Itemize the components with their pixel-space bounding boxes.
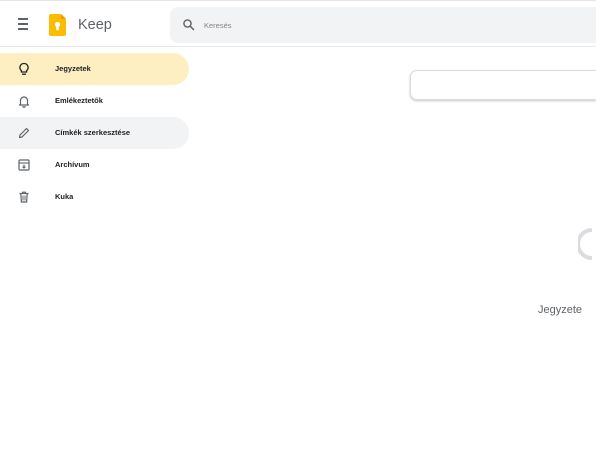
sidebar-item-label: Címkék szerkesztése <box>55 128 131 137</box>
sidebar-item-edit-labels[interactable]: Címkék szerkesztése <box>0 117 189 149</box>
sidebar-item-archive[interactable]: Archívum <box>0 149 189 181</box>
sidebar-item-trash[interactable]: Kuka <box>0 181 189 213</box>
sidebar-item-label: Emlékeztetők <box>55 96 103 105</box>
search-input[interactable] <box>204 16 564 34</box>
app-name: Keep <box>78 17 112 33</box>
trash-icon <box>19 191 29 203</box>
sidebar-item-notes[interactable]: Jegyzetek <box>0 53 189 85</box>
lightbulb-icon <box>19 62 29 75</box>
search-bar[interactable] <box>170 7 596 43</box>
sidebar-item-label: Kuka <box>55 192 74 201</box>
keep-logo-icon <box>49 14 66 36</box>
sidebar-item-label: Archívum <box>55 160 90 169</box>
search-icon[interactable] <box>182 18 196 32</box>
main-menu-icon[interactable] <box>14 16 32 32</box>
pencil-icon <box>18 127 30 139</box>
take-note-input[interactable] <box>410 70 596 100</box>
sidebar: Jegyzetek Emlékeztetők Címkék szerkeszté… <box>0 53 200 213</box>
empty-state-text: Jegyzete <box>538 304 583 316</box>
lightbulb-icon <box>578 228 593 260</box>
bell-icon <box>18 96 30 108</box>
sidebar-item-reminders[interactable]: Emlékeztetők <box>0 85 189 117</box>
top-app-bar: Keep <box>0 0 596 47</box>
archive-icon <box>18 159 30 171</box>
sidebar-item-label: Jegyzetek <box>55 64 91 73</box>
